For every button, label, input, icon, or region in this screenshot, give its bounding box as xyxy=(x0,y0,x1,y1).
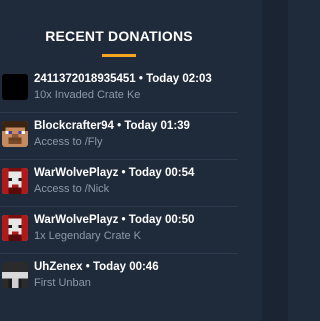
donation-item[interactable]: WarWolvePlayz • Today 00:50 1x Legendary… xyxy=(0,207,238,254)
dark-avatar-icon xyxy=(2,262,28,288)
donation-list: 2411372018935451 • Today 02:03 10x Invad… xyxy=(0,66,238,300)
donation-item[interactable]: UhZenex • Today 00:46 First Unban xyxy=(0,254,238,300)
blank-avatar-icon xyxy=(2,74,28,100)
redskin-avatar-icon xyxy=(2,168,28,194)
donation-detail: First Unban xyxy=(34,277,91,289)
donation-heading: Blockcrafter94 • Today 01:39 xyxy=(34,120,190,132)
donation-item[interactable]: 2411372018935451 • Today 02:03 10x Invad… xyxy=(0,66,238,113)
donation-detail: Access to /Nick xyxy=(34,183,110,195)
donation-heading: WarWolvePlayz • Today 00:50 xyxy=(34,214,195,226)
donation-heading: UhZenex • Today 00:46 xyxy=(34,261,159,273)
redskin-avatar-icon xyxy=(2,215,28,241)
steve-avatar-icon xyxy=(2,121,28,147)
donation-item[interactable]: WarWolvePlayz • Today 00:54 Access to /N… xyxy=(0,160,238,207)
donations-panel: RECENT DONATIONS 2411372018935451 • Toda… xyxy=(0,0,262,321)
donation-detail: 10x Invaded Crate Ke xyxy=(34,89,141,101)
donation-heading: 2411372018935451 • Today 02:03 xyxy=(34,73,212,85)
title-underline xyxy=(102,54,136,57)
donation-detail: 1x Legendary Crate K xyxy=(34,230,142,242)
donation-heading: WarWolvePlayz • Today 00:54 xyxy=(34,167,195,179)
right-edge-strip xyxy=(262,0,288,321)
widget-title: RECENT DONATIONS xyxy=(45,28,193,44)
donation-detail: Access to /Fly xyxy=(34,136,103,148)
donation-item[interactable]: Blockcrafter94 • Today 01:39 Access to /… xyxy=(0,113,238,160)
